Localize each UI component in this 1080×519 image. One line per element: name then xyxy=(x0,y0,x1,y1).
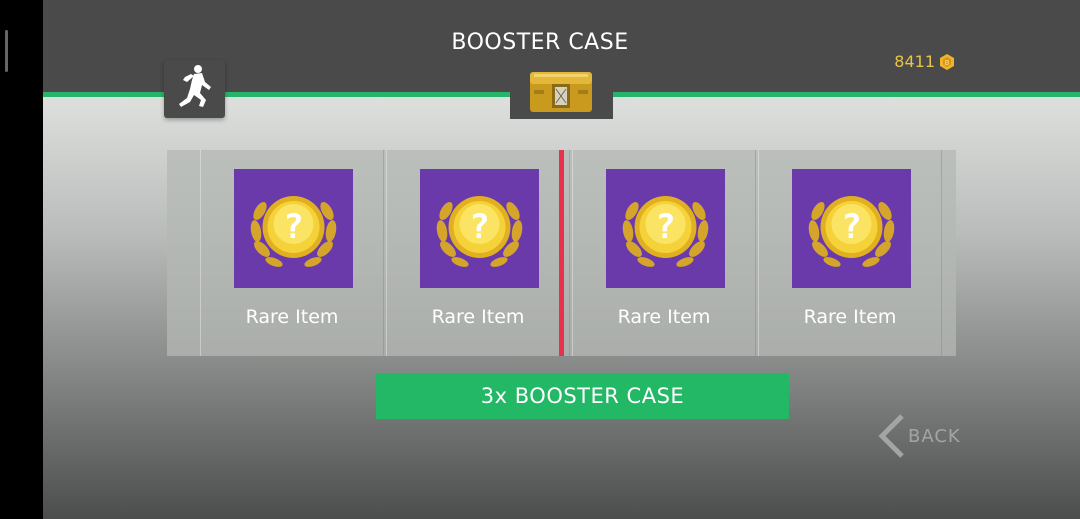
open-booster-case-button[interactable]: 3x BOOSTER CASE xyxy=(376,373,789,419)
left-edge-bar xyxy=(0,0,43,519)
item-label: Rare Item xyxy=(431,306,525,328)
reel-item-slot: ? Rare Item xyxy=(572,150,756,356)
svg-text:B: B xyxy=(945,59,950,67)
reel-item-slot: ? Rare Item xyxy=(386,150,570,356)
chevron-left-icon xyxy=(878,414,904,458)
svg-text:?: ? xyxy=(469,207,489,247)
svg-text:?: ? xyxy=(283,207,303,247)
item-label: Rare Item xyxy=(245,306,339,328)
back-label: BACK xyxy=(908,425,961,447)
reel-item-slot: ? Rare Item xyxy=(758,150,942,356)
player-avatar-button[interactable] xyxy=(164,60,225,118)
booster-case-tab[interactable] xyxy=(510,58,613,119)
rare-item-laurel-question-icon: ? xyxy=(250,196,337,267)
rare-item-card: ? xyxy=(234,169,353,288)
rare-item-card: ? xyxy=(606,169,725,288)
coin-icon: B xyxy=(938,53,956,71)
rare-item-card: ? xyxy=(792,169,911,288)
item-label: Rare Item xyxy=(803,306,897,328)
reel-item-slot: ? Rare Item xyxy=(200,150,384,356)
svg-text:?: ? xyxy=(655,207,675,247)
reel-selection-marker xyxy=(559,150,564,356)
booster-case-chest-icon xyxy=(530,72,592,112)
rare-item-laurel-question-icon: ? xyxy=(622,196,709,267)
player-jump-icon xyxy=(179,65,211,107)
back-button[interactable]: BACK xyxy=(876,414,961,458)
currency-amount: 8411 xyxy=(894,52,935,71)
rare-item-laurel-question-icon: ? xyxy=(808,196,895,267)
currency-display: 8411 B xyxy=(894,52,956,71)
item-label: Rare Item xyxy=(617,306,711,328)
svg-text:?: ? xyxy=(841,207,861,247)
rare-item-laurel-question-icon: ? xyxy=(436,196,523,267)
rare-item-card: ? xyxy=(420,169,539,288)
